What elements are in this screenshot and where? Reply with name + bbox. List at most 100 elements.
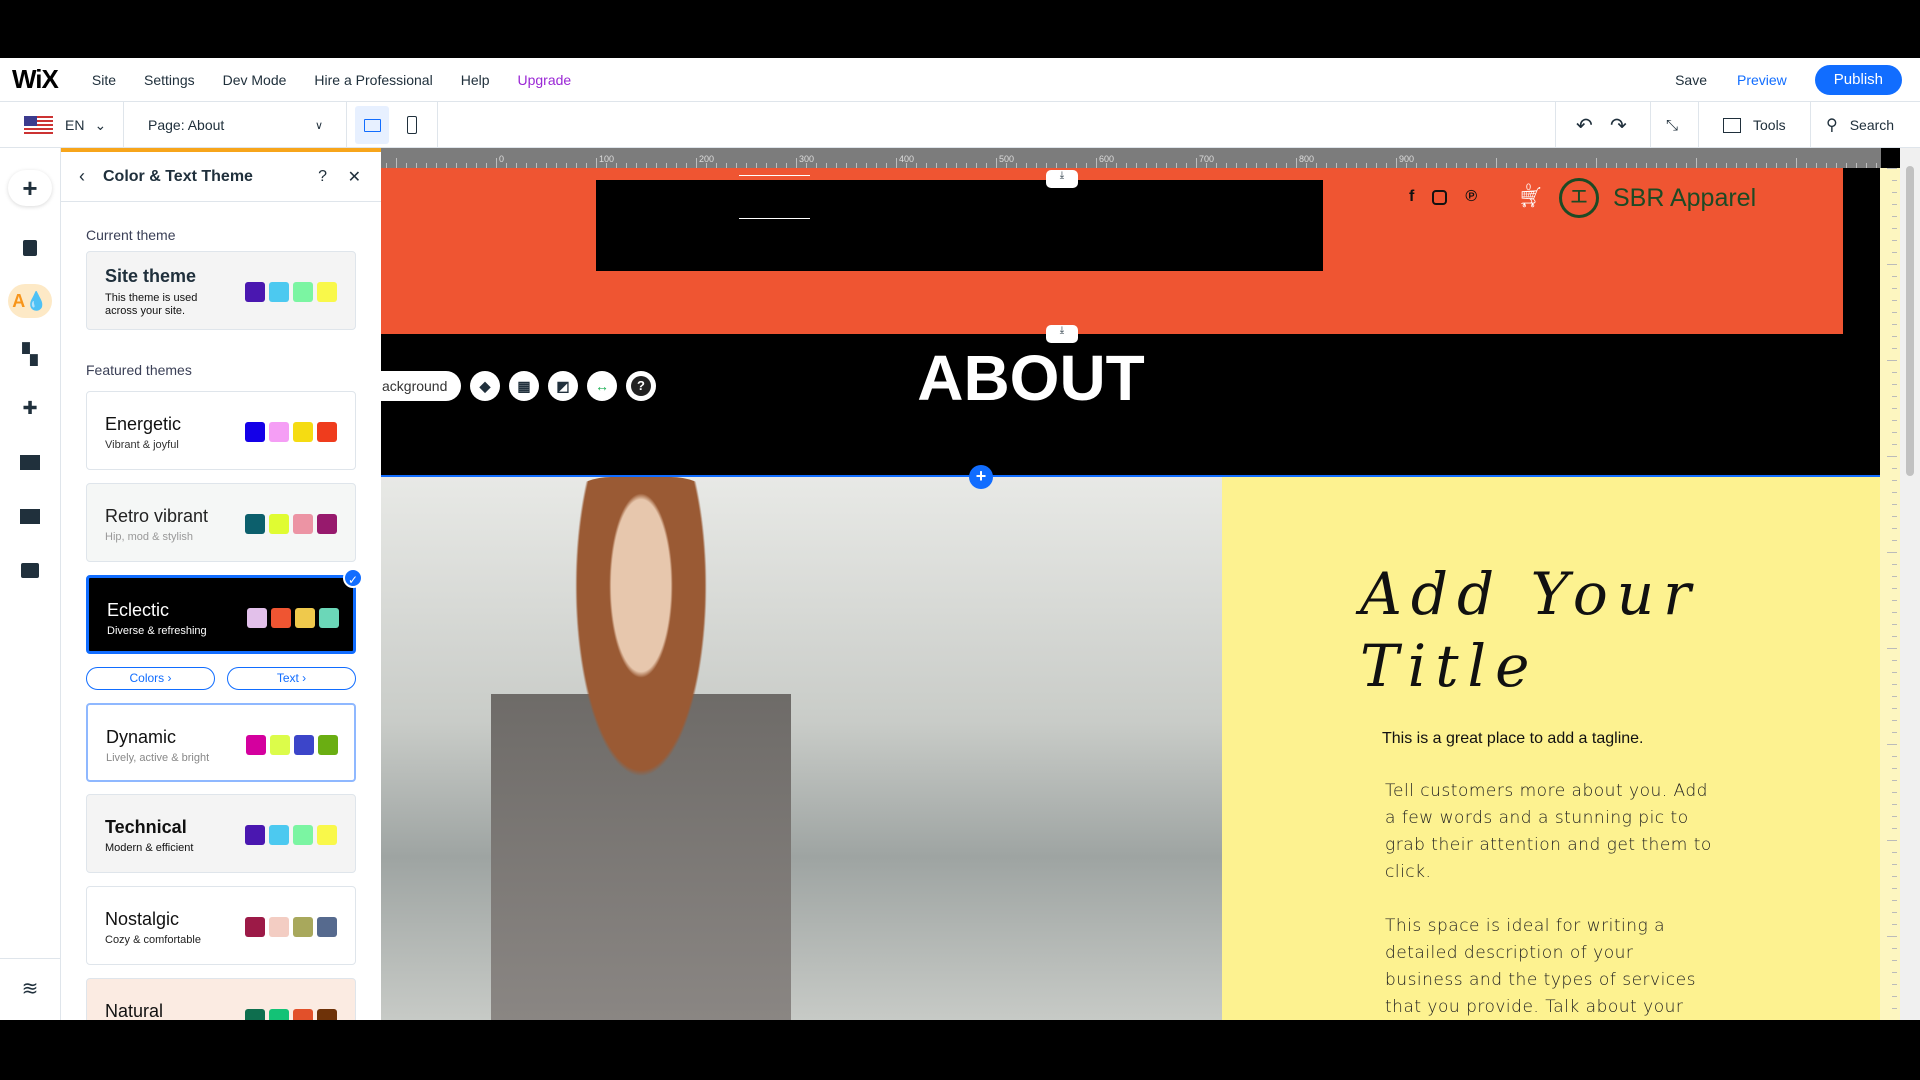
section-title[interactable]: Add Your Title xyxy=(1360,558,1700,702)
text-button[interactable]: Text › xyxy=(227,667,356,690)
zoom-out-button[interactable]: ⤡ xyxy=(1666,102,1678,148)
swatch xyxy=(245,282,265,302)
cms-button[interactable] xyxy=(14,500,46,532)
back-icon[interactable]: ‹ xyxy=(79,166,85,187)
text-line: grab their attention and get them to xyxy=(1385,835,1712,855)
instagram-icon[interactable] xyxy=(1432,190,1448,205)
pinterest-icon[interactable]: ℗ xyxy=(1465,188,1477,206)
close-icon[interactable]: ✕ xyxy=(348,167,361,187)
menu-dev-mode[interactable]: Dev Mode xyxy=(223,72,287,88)
chevron-down-icon: ⌄ xyxy=(94,116,107,133)
header-strip[interactable] xyxy=(596,180,1323,271)
add-elements-button[interactable]: + xyxy=(8,170,52,206)
menu-upgrade[interactable]: Upgrade xyxy=(518,72,572,88)
paragraph-1[interactable]: Tell customers more about you. Add a few … xyxy=(1385,778,1712,886)
layers-button[interactable]: ≋ xyxy=(14,972,46,1004)
page-label: Page: About xyxy=(148,117,225,133)
theme-card-technical[interactable]: Technical Modern & efficient xyxy=(86,794,356,873)
crop-icon: ◩ xyxy=(556,377,570,394)
swatch xyxy=(317,825,337,845)
menu-settings[interactable]: Settings xyxy=(144,72,195,88)
theme-button[interactable]: A💧 xyxy=(8,284,52,318)
help-button[interactable]: ? xyxy=(626,371,656,401)
desktop-view-button[interactable] xyxy=(355,106,389,144)
theme-card-dynamic[interactable]: Dynamic Lively, active & bright xyxy=(86,703,356,782)
grid-icon: ▚ xyxy=(22,343,38,366)
redo-button[interactable]: ↷ xyxy=(1610,102,1627,148)
theme-card-natural[interactable]: Natural xyxy=(86,978,356,1020)
color-text-theme-panel: ‹ Color & Text Theme ? ✕ Current theme S… xyxy=(61,148,381,1020)
left-tool-rail: + A💧 ▚ ✚ ≋ xyxy=(0,148,61,1020)
swatch xyxy=(293,917,313,937)
apps-button[interactable]: ▚ xyxy=(14,338,46,370)
swatch xyxy=(317,917,337,937)
stretch-button[interactable]: ↔ xyxy=(587,371,617,401)
language-label: EN xyxy=(65,117,85,133)
publish-button[interactable]: Publish xyxy=(1814,65,1902,95)
help-icon[interactable]: ? xyxy=(318,168,327,186)
app-market-button[interactable]: ✚ xyxy=(14,392,46,424)
add-section-button[interactable]: + xyxy=(969,465,993,489)
undo-button[interactable]: ↶ xyxy=(1576,102,1593,148)
page-selector[interactable]: Page: About ∨ xyxy=(148,102,323,148)
ruler-tick xyxy=(896,158,897,168)
colors-button[interactable]: Colors › xyxy=(86,667,215,690)
crop-button[interactable]: ◩ xyxy=(548,371,578,401)
brand-name[interactable]: SBR Apparel xyxy=(1613,184,1756,213)
media-button[interactable] xyxy=(14,446,46,478)
paragraph-2[interactable]: This space is ideal for writing a detaile… xyxy=(1385,913,1696,1020)
layout-button[interactable]: ▦ xyxy=(509,371,539,401)
pages-button[interactable] xyxy=(14,232,46,264)
horizontal-ruler[interactable]: 0 100 200 300 400 500 600 700 800 900 xyxy=(381,148,1881,168)
theme-card-retro-vibrant[interactable]: Retro vibrant Hip, mod & stylish xyxy=(86,483,356,562)
search-icon: ⚲ xyxy=(1826,117,1838,134)
theme-name: Technical xyxy=(105,817,187,837)
search-button[interactable]: ⚲ Search xyxy=(1826,102,1894,148)
animation-button[interactable]: ◆ xyxy=(470,371,500,401)
swatch xyxy=(245,514,265,534)
ruler-label: 0 xyxy=(499,154,505,164)
preview-button[interactable]: Preview xyxy=(1737,72,1787,88)
ruler-tick xyxy=(1196,158,1197,168)
question-icon: ? xyxy=(631,376,651,396)
site-theme-card[interactable]: Site theme This theme is used across you… xyxy=(86,251,356,330)
swatch xyxy=(294,735,314,755)
stretch-handle-icon[interactable]: ⤓ xyxy=(1046,170,1078,188)
cart-count: 0 xyxy=(1526,182,1532,192)
language-selector[interactable]: EN ⌄ xyxy=(24,102,106,148)
swatch xyxy=(245,917,265,937)
ruler-tick xyxy=(1096,158,1097,168)
facebook-icon[interactable]: f xyxy=(1409,188,1414,206)
menu-hire-professional[interactable]: Hire a Professional xyxy=(314,72,432,88)
mobile-view-button[interactable] xyxy=(400,102,424,148)
brand-logo-icon[interactable]: 工 xyxy=(1559,178,1599,218)
about-heading[interactable]: ABOUT xyxy=(881,341,1181,415)
ruler-label: 500 xyxy=(999,154,1015,164)
featured-themes-label: Featured themes xyxy=(86,362,192,378)
theme-card-energetic[interactable]: Energetic Vibrant & joyful xyxy=(86,391,356,470)
ruler-tick xyxy=(1876,163,1877,168)
ruler-tick xyxy=(1846,163,1847,168)
vertical-ruler[interactable] xyxy=(1880,168,1900,1020)
tagline[interactable]: This is a great place to add a tagline. xyxy=(1382,730,1644,748)
menu-help[interactable]: Help xyxy=(461,72,490,88)
about-image[interactable] xyxy=(381,477,1222,1020)
cart-icon[interactable]: 🛒︎ 0 xyxy=(1518,182,1543,210)
tools-button[interactable]: Tools xyxy=(1723,102,1786,148)
ruler-tick xyxy=(1496,158,1497,168)
text-label: Text xyxy=(276,671,299,685)
theme-desc: across your site. xyxy=(105,305,186,317)
menu-site[interactable]: Site xyxy=(92,72,116,88)
theme-card-nostalgic[interactable]: Nostalgic Cozy & comfortable xyxy=(86,886,356,965)
redo-icon: ↷ xyxy=(1610,114,1627,137)
theme-card-eclectic[interactable]: Eclectic Diverse & refreshing ✓ xyxy=(86,568,363,654)
save-button[interactable]: Save xyxy=(1675,72,1707,88)
editor-canvas[interactable]: 0 100 200 300 400 500 600 700 800 900 ⤓ f ℗ 🛒︎ 0 工… xyxy=(381,148,1920,1020)
swatch xyxy=(269,825,289,845)
business-button[interactable] xyxy=(14,554,46,586)
swatch xyxy=(269,917,289,937)
swatch xyxy=(317,422,337,442)
change-background-button[interactable]: ackground xyxy=(381,371,461,401)
text-line: business and the types of services xyxy=(1385,970,1696,990)
canvas-scrollbar[interactable] xyxy=(1900,148,1920,1020)
